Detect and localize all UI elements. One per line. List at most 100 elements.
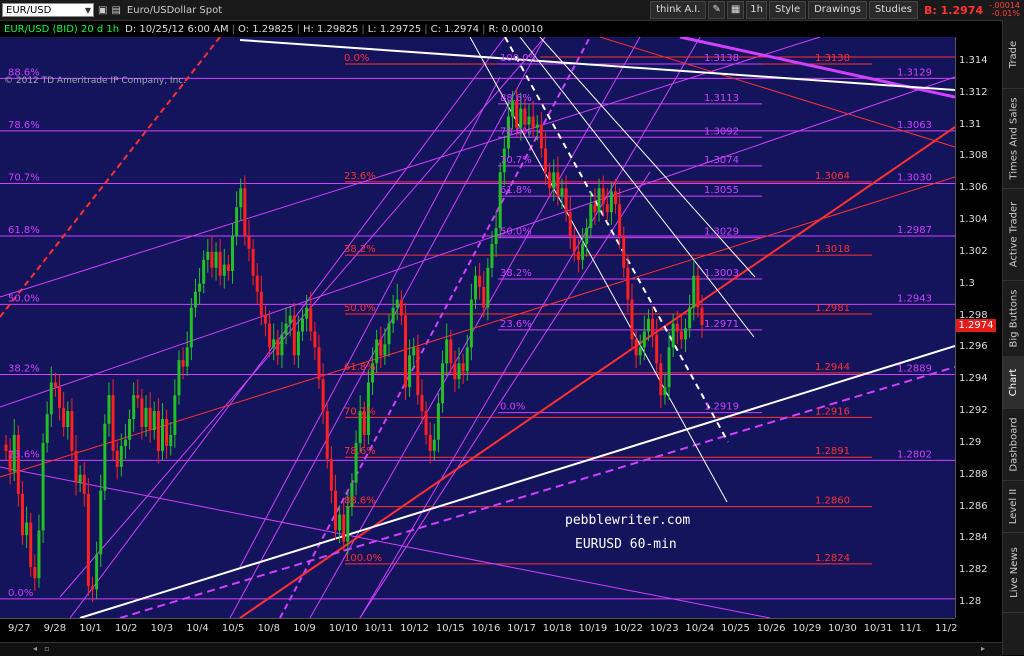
candle-body xyxy=(189,307,193,348)
date-tick-label: 10/18 xyxy=(542,623,572,634)
time-axis[interactable]: 9/27 9/28 10/1 10/2 10/3 10/4 10/5 10/8 10/9 10/1… xyxy=(0,618,958,643)
scroll-left-icon[interactable]: ◂ xyxy=(30,644,40,653)
candle-body xyxy=(412,347,416,356)
date-tick-label: 10/4 xyxy=(186,623,209,634)
fib-price-label-inner-right: 1.3003 xyxy=(704,268,739,279)
candle-body xyxy=(95,554,99,590)
sidebar-tab-trade[interactable]: Trade xyxy=(1003,20,1024,89)
candle-body xyxy=(70,411,74,451)
candle-body xyxy=(181,360,185,367)
fib-pct-label-mid: 88.6% xyxy=(344,496,376,507)
sidebar-tab-chart[interactable]: Chart xyxy=(1003,356,1024,409)
candle-body xyxy=(251,248,255,276)
date-tick-label: 10/15 xyxy=(435,623,465,634)
symbol-value: EUR/USD xyxy=(6,5,52,16)
candle-body xyxy=(333,490,337,531)
right-sidebar: Trade Times And Sales Active Trader Big But… xyxy=(1002,20,1024,655)
date-tick-label: 10/12 xyxy=(400,623,430,634)
candle-body xyxy=(395,299,399,308)
price-axis[interactable]: 1.314 1.312 1.31 1.308 1.306 1.304 1.302 1.3 1.2… xyxy=(955,37,1003,618)
sidebar-tab-label: Chart xyxy=(1008,368,1020,396)
candle-body xyxy=(618,204,622,236)
think-ai-button[interactable]: think A.I. xyxy=(650,1,707,19)
candle-body xyxy=(177,360,181,396)
fib-price-label-far-right: 1.3030 xyxy=(897,172,932,183)
sidebar-tab-label: Trade xyxy=(1008,40,1020,68)
candle-body xyxy=(185,347,189,367)
candle-body xyxy=(663,387,667,396)
sidebar-tab-active-trader[interactable]: Active Trader xyxy=(1003,188,1024,281)
candle-body xyxy=(136,395,140,399)
studies-button[interactable]: Studies xyxy=(868,1,919,19)
candle-body xyxy=(329,458,333,491)
candle-body xyxy=(160,419,164,451)
fib-price-label-mid-right: 1.2944 xyxy=(815,362,850,373)
candle-body xyxy=(263,315,267,324)
date-tick-label: 10/8 xyxy=(257,623,281,634)
price-tick-label: 1.314 xyxy=(959,54,988,66)
link-icon[interactable]: ▣ xyxy=(98,5,107,16)
fib-price-label-mid-right: 1.3064 xyxy=(815,171,850,182)
candle-body xyxy=(210,251,214,268)
timeframe-button[interactable]: 1h xyxy=(746,1,767,19)
candle-body xyxy=(255,275,259,292)
watermark: pebblewriter.com EURUSD 60-min xyxy=(565,513,690,552)
zoom-icon[interactable]: ▫ xyxy=(42,644,52,653)
candle-body xyxy=(568,212,572,236)
series-label[interactable]: EUR/USD (BID) 20 d 1h xyxy=(4,24,119,35)
candle-body xyxy=(49,382,53,415)
wrench-icon[interactable]: ✎ xyxy=(708,1,725,19)
sidebar-tab-times-and-sales[interactable]: Times And Sales xyxy=(1003,88,1024,189)
candle-body xyxy=(193,291,197,308)
fib-price-label-inner-right: 1.3092 xyxy=(704,126,739,137)
candle-body xyxy=(111,395,115,451)
candle-body xyxy=(576,251,580,260)
layout-icon[interactable]: ▦ xyxy=(726,1,745,19)
separator: | xyxy=(482,23,486,35)
candle-body xyxy=(593,204,597,213)
drawings-button[interactable]: Drawings xyxy=(808,1,867,19)
sidebar-tab-live-news[interactable]: Live News xyxy=(1003,532,1024,613)
change-percent: -0.01% xyxy=(991,9,1020,18)
chevron-down-icon[interactable]: ▼ xyxy=(85,4,91,18)
candle-body xyxy=(231,235,235,271)
symbol-input[interactable]: EUR/USD ▼ xyxy=(2,3,94,17)
fib-pct-label-left: 0.0% xyxy=(8,588,33,599)
candle-body xyxy=(581,243,585,260)
fib-pct-label-inner: 100.0% xyxy=(500,53,538,64)
candle-body xyxy=(99,490,103,555)
copyright-notice: © 2012 TD Ameritrade IP Company, Inc. xyxy=(4,76,187,86)
trend-line xyxy=(239,39,955,91)
fib-pct-label-inner: 38.2% xyxy=(500,268,532,279)
fib-price-label-mid-right: 1.2860 xyxy=(815,496,850,507)
fib-price-label-far-right: 1.2802 xyxy=(897,449,932,460)
candle-body xyxy=(169,434,173,447)
candle-body xyxy=(552,172,556,189)
trend-lines xyxy=(0,37,955,618)
fib-pct-label-left: 23.6% xyxy=(8,449,40,460)
candle-body xyxy=(515,100,519,128)
trend-line xyxy=(0,76,955,408)
candle-body xyxy=(609,191,613,213)
sidebar-tab-dashboard[interactable]: Dashboard xyxy=(1003,408,1024,481)
style-button[interactable]: Style xyxy=(768,1,807,19)
scroll-right-icon[interactable]: ▸ xyxy=(978,644,988,653)
candle-body xyxy=(33,567,37,579)
chart-plot-area[interactable]: © 2012 TD Ameritrade IP Company, Inc. 88… xyxy=(0,37,955,618)
price-tick-label: 1.312 xyxy=(959,86,988,98)
price-tick-label: 1.288 xyxy=(959,468,988,480)
sidebar-tab-big-buttons[interactable]: Big Buttons xyxy=(1003,280,1024,357)
price-chart[interactable]: 88.6% 1.3129 78.6% 1.3063 70.7% 1.3030 61.8% 1.… xyxy=(0,37,955,618)
candle-body xyxy=(173,395,177,435)
candle-body xyxy=(140,398,144,427)
candle-body xyxy=(128,419,132,440)
candle-body xyxy=(560,188,564,197)
separator: | xyxy=(231,23,235,35)
fib-pct-label-left: 61.8% xyxy=(8,225,40,236)
candle-body xyxy=(655,334,659,364)
note-icon[interactable]: ▤ xyxy=(111,5,120,16)
date-tick-label: 11/2 xyxy=(935,623,958,634)
sidebar-tab-level-ii[interactable]: Level II xyxy=(1003,480,1024,533)
candle-body xyxy=(342,514,346,542)
drawings-label: Drawings xyxy=(814,4,861,15)
